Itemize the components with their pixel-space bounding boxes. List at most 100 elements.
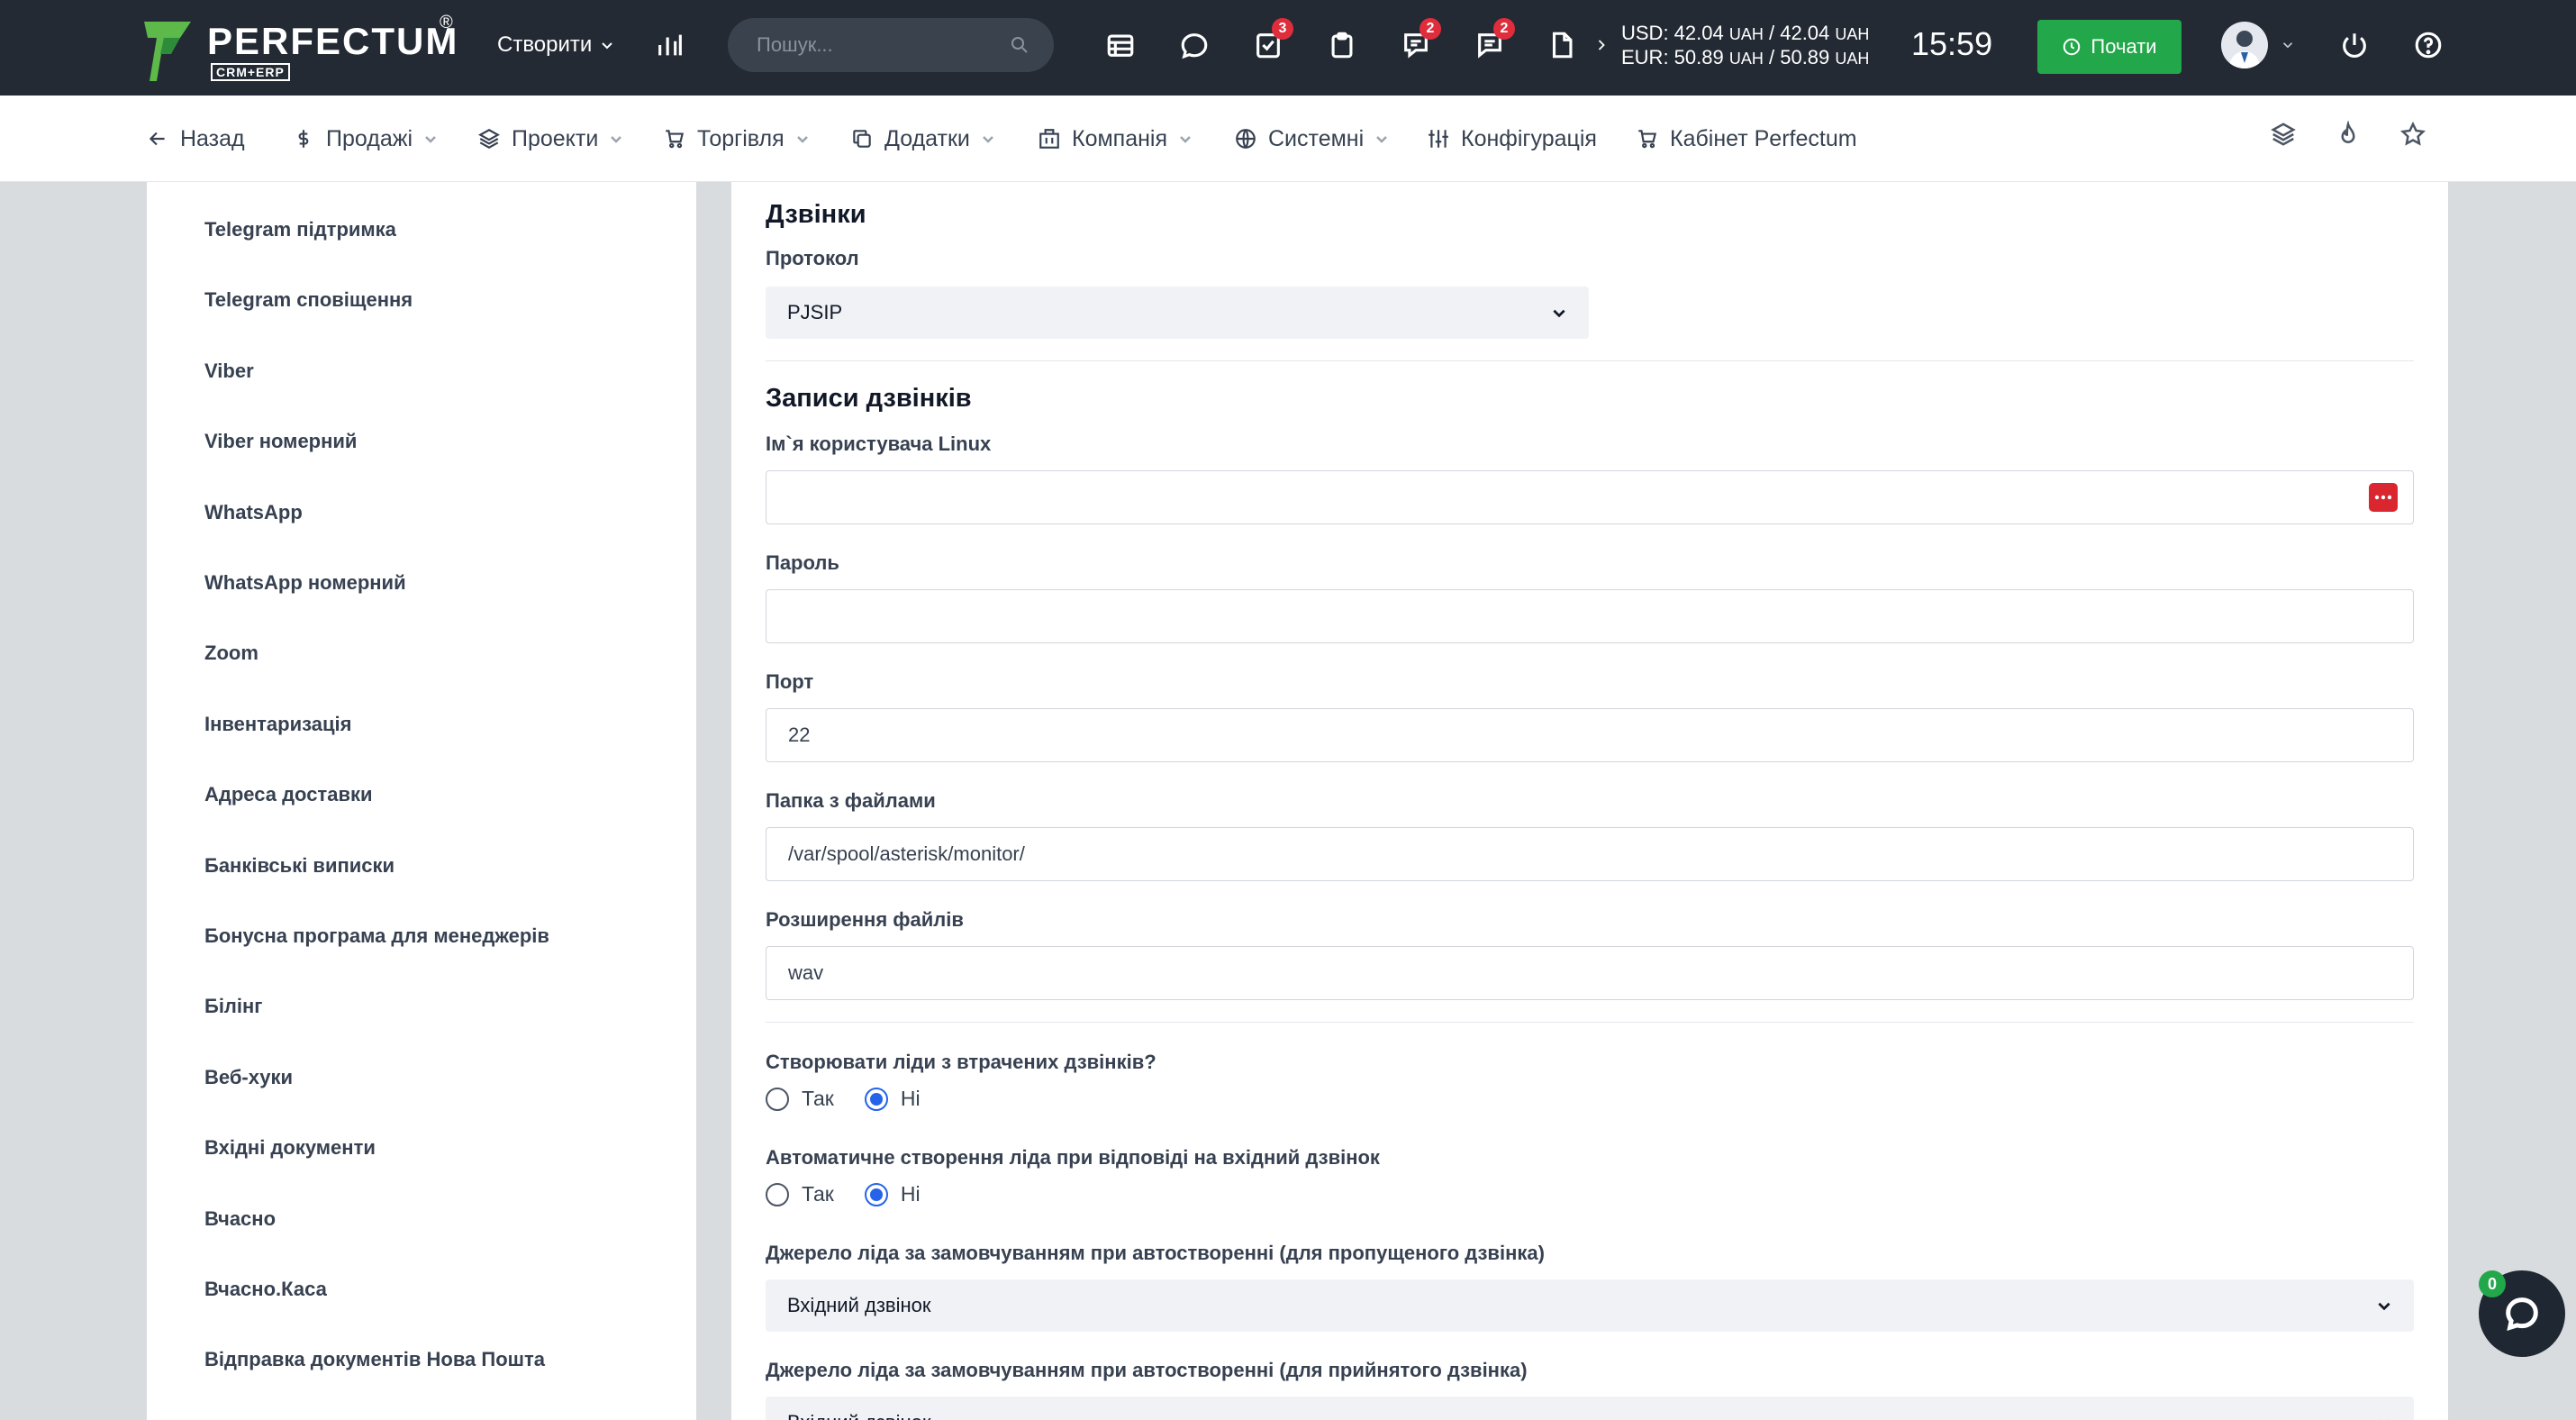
brand-sub: CRM+ERP [211, 63, 290, 81]
clipboard-icon[interactable] [1324, 25, 1360, 65]
password-manager-icon[interactable] [2369, 483, 2398, 512]
main-nav: Назад Продажі Проекти Торгівля Додатки К… [0, 96, 2576, 182]
nav-config[interactable]: Конфігурація [1427, 123, 1597, 155]
chevron-down-icon [2380, 1419, 2389, 1420]
auto-no-label[interactable]: Ні [901, 1182, 921, 1206]
search-input[interactable] [757, 18, 1009, 72]
nav-system[interactable]: Системні [1234, 123, 1389, 155]
missed-no-label[interactable]: Ні [901, 1087, 921, 1111]
auto-yes-label[interactable]: Так [802, 1182, 834, 1206]
missed-yes-radio[interactable] [766, 1087, 789, 1111]
discussions-icon[interactable]: 2 [1398, 18, 1441, 65]
help-icon[interactable] [2410, 25, 2446, 65]
extension-input[interactable] [766, 946, 2414, 1000]
start-timer-button[interactable]: Почати [2037, 20, 2181, 74]
sidebar-item-viber-number[interactable]: Viber номерний [204, 430, 357, 453]
nav-cabinet[interactable]: Кабінет Perfectum [1636, 123, 1857, 155]
chevron-down-icon [1180, 136, 1191, 143]
brand-name: PERFECTUM [207, 20, 459, 62]
chevron-down-icon [982, 136, 993, 143]
sidebar-item-webhooks[interactable]: Веб-хуки [204, 1066, 293, 1089]
sidebar-item-inventory[interactable]: Інвентаризація [204, 713, 352, 736]
missed-yes-label[interactable]: Так [802, 1087, 834, 1111]
cart-icon [1638, 130, 1657, 149]
tasks-icon[interactable]: 3 [1250, 18, 1293, 65]
nav-addons[interactable]: Додатки [850, 123, 995, 155]
create-label: Створити [497, 32, 593, 57]
chevron-down-icon [2378, 1302, 2390, 1311]
nav-trade[interactable]: Торгівля [663, 123, 810, 155]
chevron-right-icon[interactable] [1591, 25, 1612, 65]
missed-calls-leads-label: Створювати ліди з втрачених дзвінків? [766, 1051, 1156, 1073]
auto-yes-radio[interactable] [766, 1182, 789, 1206]
sidebar-item-vchasno-kasa[interactable]: Вчасно.Каса [204, 1278, 327, 1301]
tasks-badge: 3 [1272, 18, 1293, 40]
chat-icon[interactable] [1176, 25, 1212, 65]
folder-label: Папка з файлами [766, 789, 936, 812]
dollar-icon [298, 130, 309, 148]
linux-user-field [731, 470, 2448, 526]
protocol-select[interactable]: PJSIP [766, 287, 1589, 339]
top-bar: PERFECTUM ® CRM+ERP Створити 3 2 2 [0, 0, 2576, 96]
sidebar-item-viber[interactable]: Viber [204, 360, 254, 383]
source-accepted-select[interactable]: Вхідний дзвінок [766, 1397, 2414, 1420]
fire-icon[interactable] [2335, 119, 2365, 151]
document-icon[interactable] [1544, 25, 1580, 65]
sidebar-item-delivery-address[interactable]: Адреса доставки [204, 783, 373, 806]
building-icon [1039, 129, 1059, 149]
sidebar-item-telegram-notifications[interactable]: Telegram сповіщення [204, 288, 413, 312]
nav-back[interactable]: Назад [146, 123, 245, 155]
star-icon[interactable] [2399, 121, 2430, 151]
clock: 15:59 [1911, 25, 1993, 62]
calendar-icon[interactable] [1102, 25, 1138, 65]
password-input[interactable] [766, 589, 2414, 643]
search-box[interactable] [728, 18, 1054, 72]
missed-no-radio[interactable] [864, 1087, 888, 1111]
sidebar-item-telegram-support[interactable]: Telegram підтримка [204, 218, 396, 241]
sidebar-item-incoming-docs[interactable]: Вхідні документи [204, 1136, 376, 1160]
section-divider [766, 1022, 2414, 1023]
settings-sidebar: Telegram підтримка Telegram сповіщення V… [147, 182, 696, 1420]
auto-no-radio[interactable] [864, 1182, 888, 1206]
source-missed-select[interactable]: Вхідний дзвінок [766, 1279, 2414, 1332]
messages-badge: 2 [1493, 18, 1515, 40]
search-icon[interactable] [1009, 34, 1030, 56]
sidebar-item-whatsapp-number[interactable]: WhatsApp номерний [204, 571, 406, 595]
auto-lead-label: Автоматичне створення ліда при відповіді… [766, 1146, 1380, 1169]
chevron-down-icon [796, 136, 808, 143]
sidebar-item-nova-poshta-docs[interactable]: Відправка документів Нова Пошта [204, 1348, 545, 1371]
port-input[interactable] [766, 708, 2414, 762]
port-label: Порт [766, 670, 814, 693]
call-records-section-title: Записи дзвінків [766, 384, 972, 413]
section-divider [766, 360, 2414, 361]
sidebar-item-zoom[interactable]: Zoom [204, 642, 259, 665]
linux-user-input[interactable] [766, 470, 2414, 524]
support-chat-button[interactable]: 0 [2479, 1270, 2565, 1357]
brand-logo[interactable]: PERFECTUM ® CRM+ERP [144, 13, 468, 81]
nav-projects[interactable]: Проекти [477, 123, 623, 155]
reports-icon[interactable] [652, 25, 688, 65]
nav-company[interactable]: Компанія [1038, 123, 1193, 155]
copy-icon [853, 130, 871, 148]
chat-bubble-icon [2506, 1297, 2538, 1331]
folder-input[interactable] [766, 827, 2414, 881]
nav-sales[interactable]: Продажі [292, 123, 438, 155]
sidebar-item-whatsapp[interactable]: WhatsApp [204, 501, 303, 524]
sidebar-item-vchasno[interactable]: Вчасно [204, 1207, 276, 1231]
sidebar-item-billing[interactable]: Білінг [204, 995, 262, 1018]
layers-toggle-icon[interactable] [2270, 121, 2300, 151]
power-icon[interactable] [2336, 25, 2372, 65]
start-label: Почати [2091, 35, 2157, 58]
sidebar-item-manager-bonus[interactable]: Бонусна програма для менеджерів [204, 924, 549, 948]
rate-eur: EUR: 50.89 UAH / 50.89 UAH [1621, 46, 1870, 68]
create-dropdown[interactable]: Створити [497, 29, 613, 61]
extension-label: Розширення файлів [766, 908, 964, 931]
sidebar-item-bank-statements[interactable]: Банківські виписки [204, 854, 395, 878]
user-menu-chevron-icon[interactable] [2277, 25, 2299, 65]
layers-icon [478, 129, 500, 149]
logo-mark-icon [144, 22, 191, 81]
avatar[interactable] [2221, 22, 2268, 68]
chevron-down-icon [602, 42, 613, 50]
messages-icon[interactable]: 2 [1472, 18, 1515, 65]
source-accepted-label: Джерело ліда за замовчуванням при автост… [766, 1359, 1528, 1381]
